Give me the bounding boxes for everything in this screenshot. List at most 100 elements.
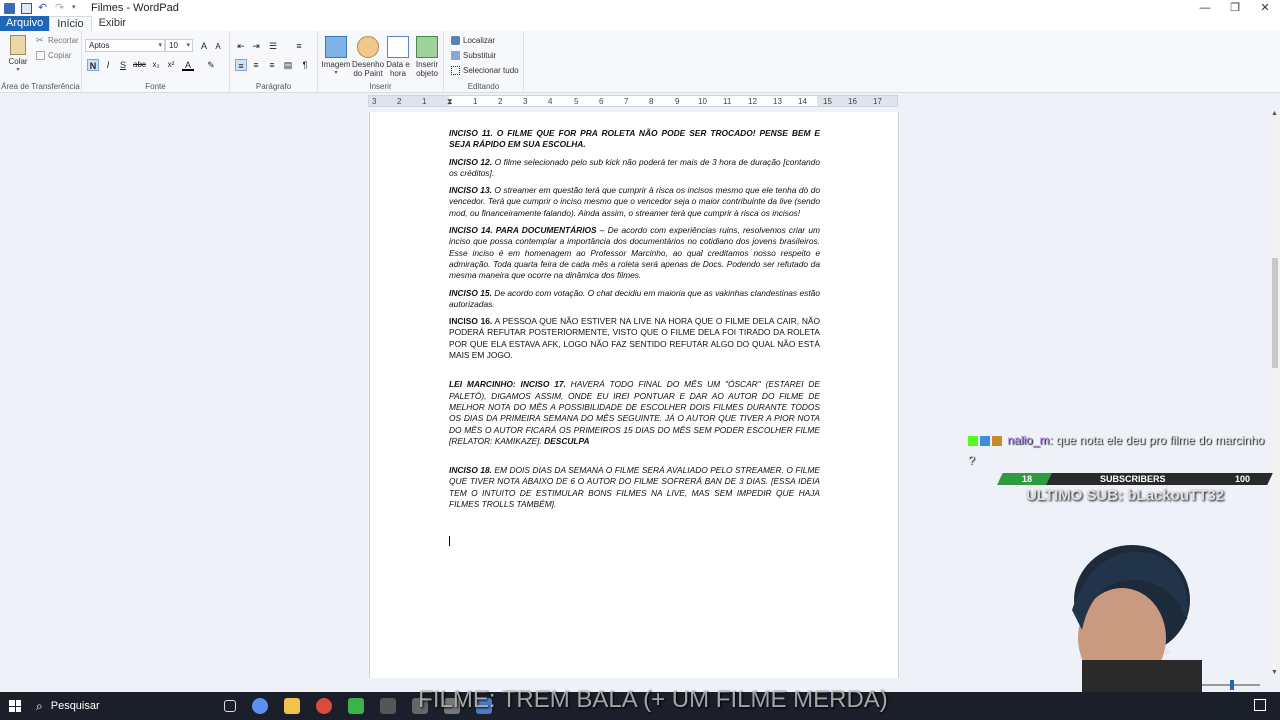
paragraph-inciso-14: INCISO 14. PARA DOCUMENTÁRIOS – De acord… (449, 225, 820, 281)
line-spacing-icon[interactable]: ≡ (293, 40, 305, 52)
ruler-indent-marker[interactable]: ⧗ (447, 96, 453, 107)
increase-indent-icon[interactable]: ⇥ (250, 40, 262, 52)
date-time-button[interactable]: Data e hora (384, 36, 412, 78)
inciso-14-heading: INCISO 14. PARA DOCUMENTÁRIOS (449, 225, 597, 236)
inciso-11-heading: INCISO 11. O FILME QUE FOR PRA ROLETA NÃ… (449, 128, 820, 150)
inciso-16-text: A PESSOA QUE NÃO ESTIVER NA LIVE NA HORA… (449, 316, 820, 361)
font-color-icon[interactable]: A (182, 59, 194, 71)
bold-button[interactable]: N (87, 59, 99, 71)
align-right-button[interactable]: ≡ (266, 59, 278, 71)
paragraph-group-label: Parágrafo (255, 82, 292, 91)
scroll-down-icon[interactable]: ▼ (1271, 669, 1278, 676)
paragraph-settings-icon[interactable]: ¶ (299, 59, 311, 71)
ruler-label: 11 (723, 97, 732, 106)
last-subscriber: ULTIMO SUB: bLackouTT32 (1026, 487, 1225, 504)
copilot-icon[interactable] (252, 698, 268, 714)
ribbon: Colar ▾ ✂ Recortar Copiar Área de Transf… (0, 31, 1280, 93)
ruler-label: 7 (624, 97, 629, 106)
paste-button[interactable]: Colar ▾ (4, 35, 32, 75)
window-controls: — ❐ ✕ (1190, 0, 1280, 16)
ruler[interactable]: 3 2 1 ⧗ 1 2 3 4 5 6 7 8 9 10 11 12 13 14… (368, 95, 898, 107)
italic-button[interactable]: I (102, 59, 114, 71)
object-label-1: Inserir (415, 60, 439, 69)
ruler-label: 3 (372, 97, 377, 106)
justify-button[interactable]: ▤ (282, 59, 294, 71)
wordpad-app-icon[interactable] (4, 2, 15, 14)
font-size-select[interactable]: 10 ▾ (165, 39, 193, 52)
clipboard-icon (10, 35, 26, 55)
customize-toolbar-icon[interactable]: ▾ (72, 3, 83, 14)
ruler-label: 2 (397, 97, 402, 106)
insert-image-button[interactable]: Imagem ▾ (320, 36, 352, 78)
title-bar: ↶ ↷ ▾ Filmes - WordPad — ❐ ✕ (0, 0, 1280, 16)
streaming-app-icon[interactable] (348, 698, 364, 714)
notifications-icon[interactable] (1254, 699, 1266, 711)
scroll-up-icon[interactable]: ▲ (1271, 110, 1278, 117)
paint-drawing-button[interactable]: Desenho do Paint (352, 36, 384, 78)
superscript-button[interactable]: x² (165, 59, 177, 71)
insert-group: Imagem ▾ Desenho do Paint Data e hora In… (318, 31, 444, 93)
minimize-button[interactable]: — (1190, 0, 1220, 16)
inciso-15-heading: INCISO 15. (449, 287, 492, 298)
ruler-label: 14 (798, 97, 807, 106)
close-button[interactable]: ✕ (1250, 0, 1280, 16)
select-all-icon (451, 66, 460, 75)
undo-icon[interactable]: ↶ (38, 2, 49, 14)
scissors-icon: ✂ (36, 35, 44, 45)
paragraph-inciso-15: INCISO 15. De acordo com votação. O chat… (449, 288, 820, 311)
calendar-icon (387, 36, 409, 58)
chrome-icon[interactable] (316, 698, 332, 714)
paragraph-inciso-16: INCISO 16. A PESSOA QUE NÃO ESTIVER NA L… (449, 316, 820, 361)
taskbar-search[interactable]: ⌕ Pesquisar (36, 699, 216, 714)
redo-icon[interactable]: ↷ (55, 2, 66, 14)
vertical-scrollbar[interactable]: ▲ ▼ (1270, 108, 1280, 678)
maximize-button[interactable]: ❐ (1220, 0, 1250, 16)
ruler-label: 6 (599, 97, 604, 106)
tab-exibir[interactable]: Exibir (92, 16, 134, 31)
decrease-indent-icon[interactable]: ⇤ (235, 40, 247, 52)
file-explorer-icon[interactable] (284, 698, 300, 714)
window-title: Filmes - WordPad (91, 2, 179, 14)
highlight-icon[interactable]: ✎ (205, 59, 217, 71)
start-button[interactable] (0, 692, 30, 720)
font-name-select[interactable]: Aptos ▾ (85, 39, 165, 52)
taskbar-app-icon[interactable] (380, 698, 396, 714)
grow-font-icon[interactable]: A (198, 40, 210, 52)
strikethrough-button[interactable]: abc (133, 59, 146, 71)
inciso-12-text: O filme selecionado pelo sub kick não po… (449, 156, 821, 178)
ribbon-tabs: Arquivo Início Exibir (0, 16, 1280, 31)
cut-button[interactable]: ✂ Recortar (36, 35, 79, 46)
insert-object-button[interactable]: Inserir objeto (412, 36, 442, 78)
align-left-button[interactable]: ≡ (235, 59, 247, 71)
shrink-font-icon[interactable]: A (212, 41, 224, 53)
replace-button[interactable]: Substituir (451, 51, 496, 60)
clipboard-group: Colar ▾ ✂ Recortar Copiar Área de Transf… (0, 31, 82, 93)
chat-message: nalio_m: que nota ele deu pro filme do m… (968, 430, 1268, 470)
save-icon[interactable] (21, 2, 32, 14)
select-all-button[interactable]: Selecionar tudo (451, 66, 519, 75)
inciso-13-heading: INCISO 13. (449, 185, 492, 196)
ruler-label: 13 (773, 97, 782, 106)
document-text[interactable]: INCISO 11. O FILME QUE FOR PRA ROLETA NÃ… (449, 128, 820, 516)
inciso-13-text: O streamer em questão terá que cumprir à… (449, 185, 820, 218)
bullets-icon[interactable]: ☰ (267, 40, 279, 52)
task-view-icon[interactable] (224, 700, 236, 712)
zoom-slider-thumb[interactable] (1230, 680, 1234, 690)
binoculars-icon (451, 36, 460, 45)
chevron-down-icon: ▾ (158, 42, 162, 49)
tab-arquivo[interactable]: Arquivo (0, 16, 50, 31)
subscript-button[interactable]: x₂ (150, 59, 162, 71)
paste-label: Colar (8, 57, 28, 66)
windows-icon (9, 700, 21, 712)
datetime-label-2: hora (389, 69, 406, 78)
copy-icon (36, 51, 45, 60)
document-page[interactable]: INCISO 11. O FILME QUE FOR PRA ROLETA NÃ… (369, 112, 899, 682)
paragraph-inciso-11: INCISO 11. O FILME QUE FOR PRA ROLETA NÃ… (449, 128, 820, 151)
film-banner: FILME: TREM BALA (+ UM FILME MERDA) (418, 686, 888, 713)
underline-button[interactable]: S (117, 59, 129, 71)
tab-inicio[interactable]: Início (49, 16, 92, 31)
find-button[interactable]: Localizar (451, 36, 495, 45)
scrollbar-thumb[interactable] (1272, 258, 1278, 368)
align-center-button[interactable]: ≡ (250, 59, 262, 71)
copy-button[interactable]: Copiar (36, 51, 72, 60)
